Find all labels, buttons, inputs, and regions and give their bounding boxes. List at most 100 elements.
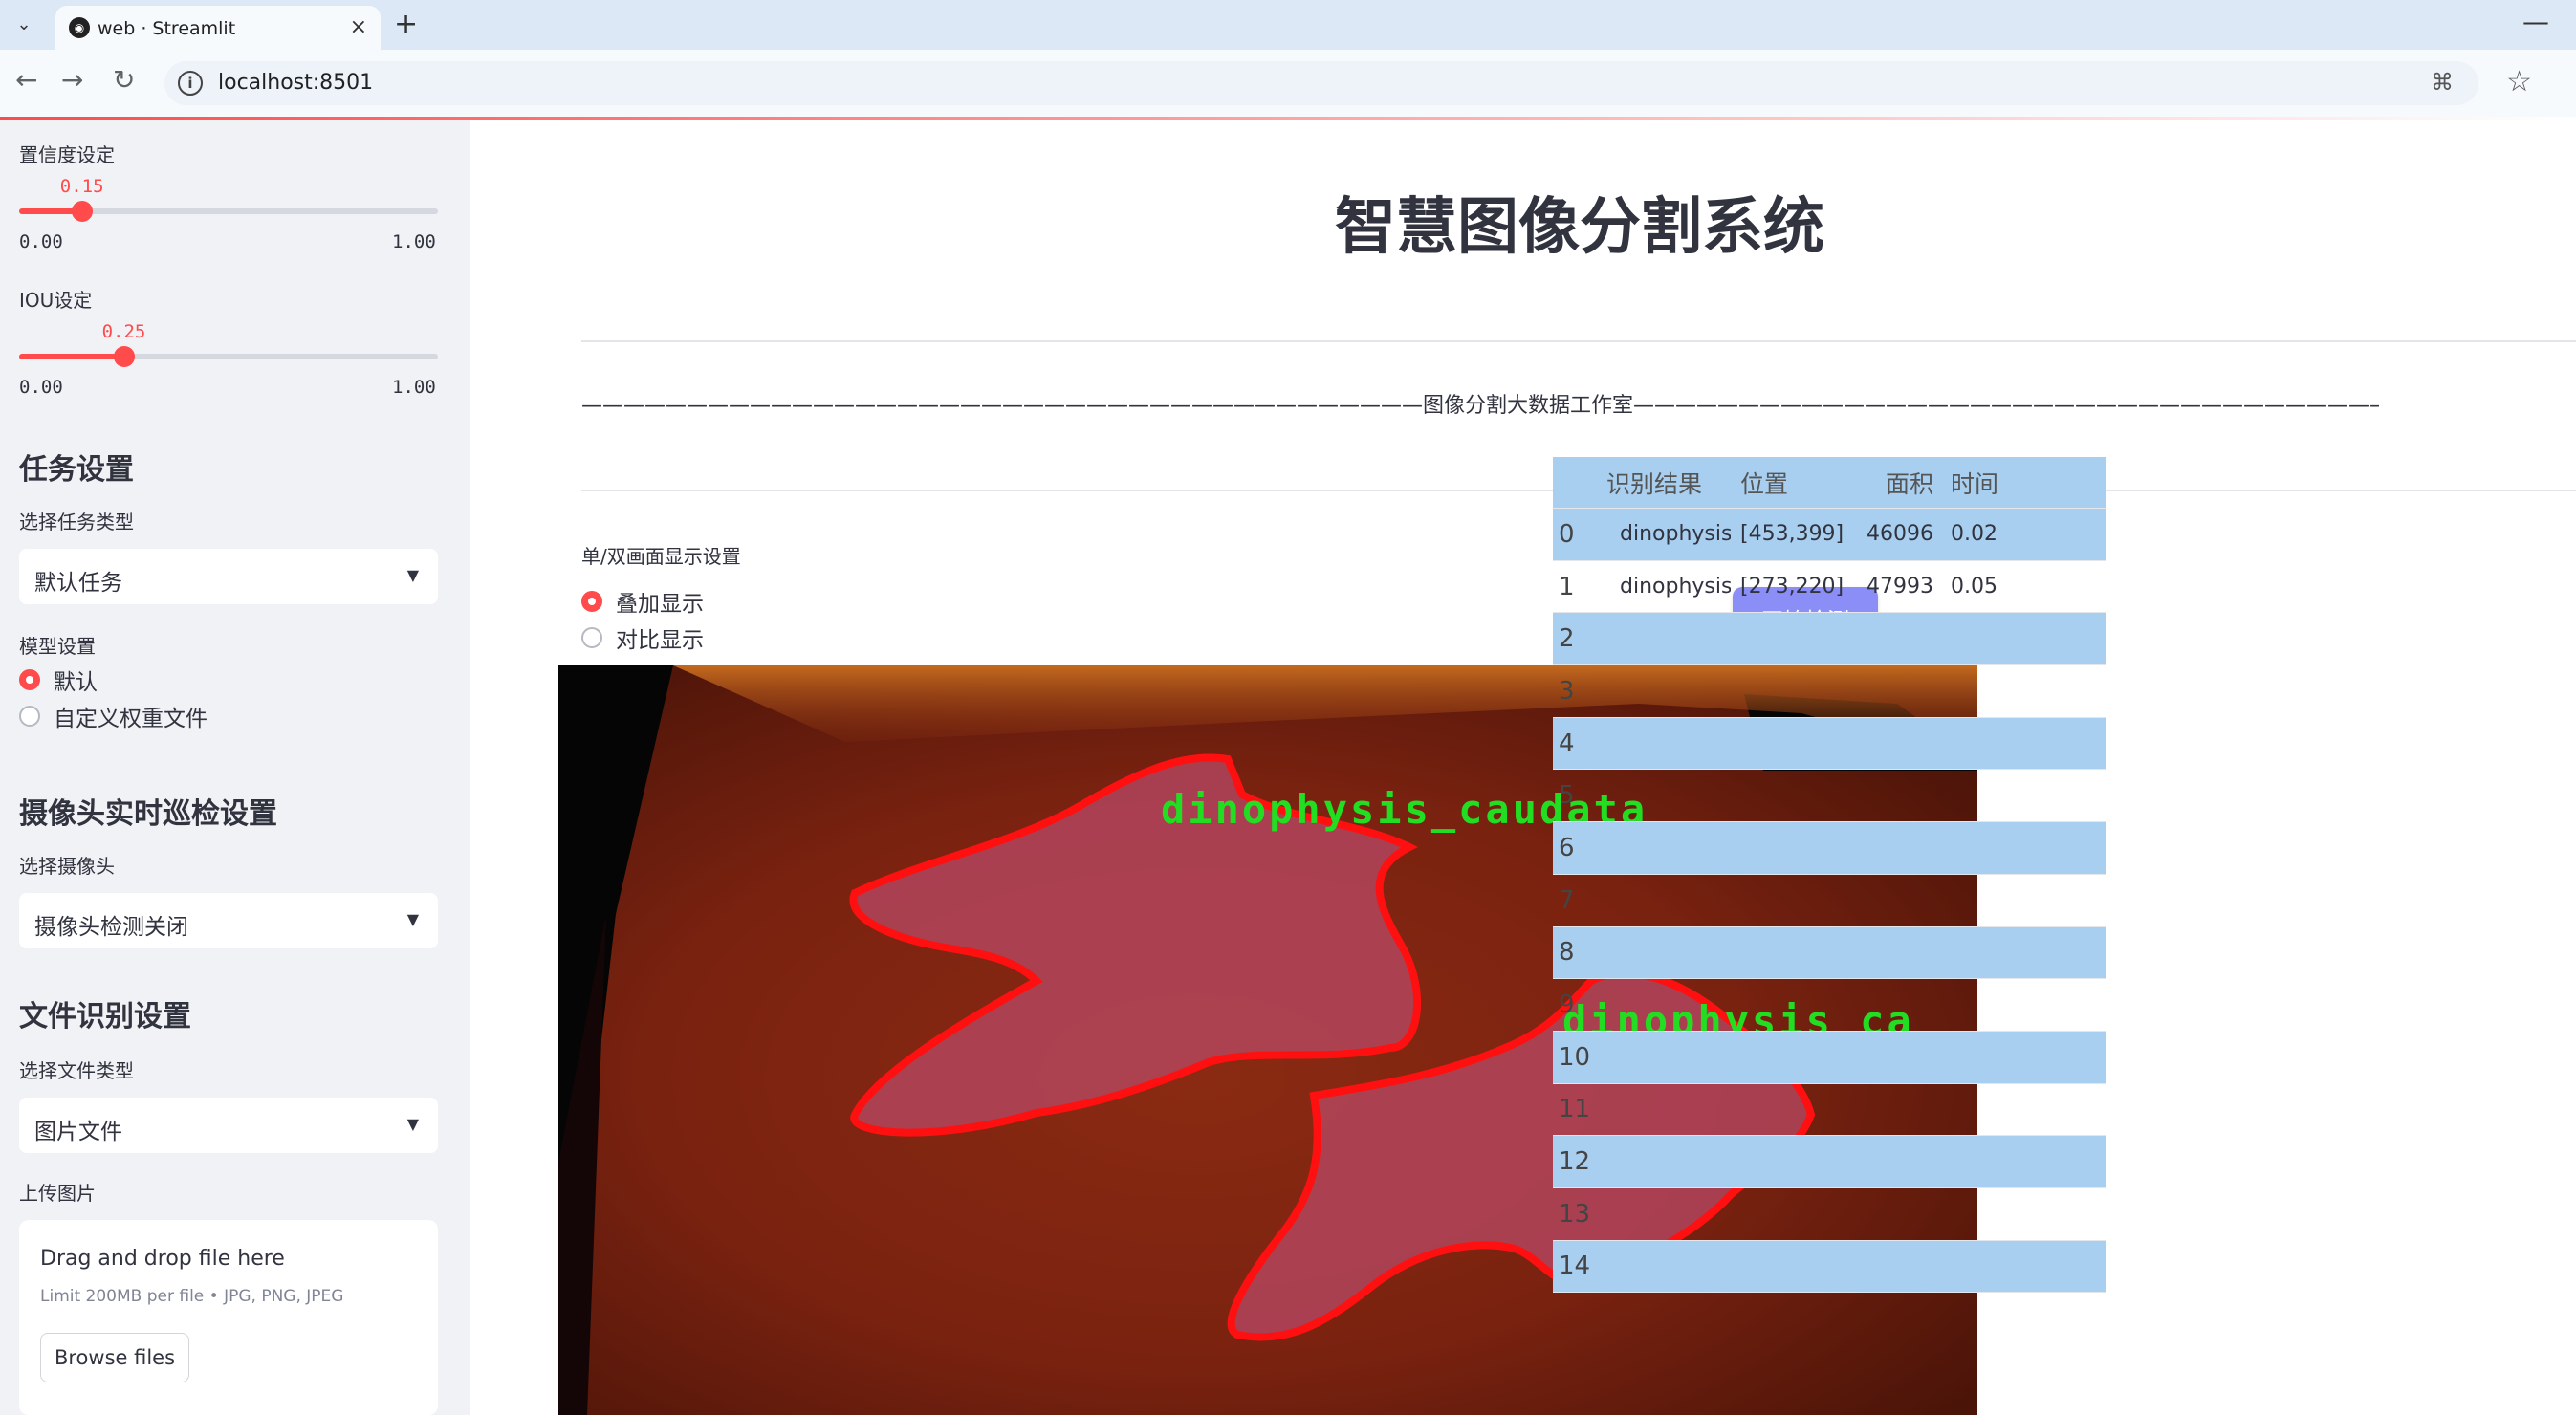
cell-result: dinophysis_caudata [1620,522,1731,547]
row-index: 11 [1559,1095,1591,1124]
cell-area [1865,822,1941,874]
cell-area [1865,979,1941,1031]
table-row[interactable]: 13 [1553,1188,2106,1241]
browser-tab[interactable]: ◉ web · Streamlit × [55,6,381,50]
cell-area [1865,770,1941,821]
table-header-result[interactable]: 识别结果 [1597,457,1731,508]
row-index: 10 [1559,1042,1591,1072]
cell-area [1865,718,1941,770]
display-option-compare[interactable]: 对比显示 [581,623,704,653]
confidence-slider[interactable] [19,201,438,222]
display-option-label: 对比显示 [616,628,704,653]
table-row[interactable]: 3 [1553,665,2106,718]
row-index: 13 [1559,1199,1591,1229]
cell-result [1597,927,1731,979]
camera-select-label: 选择摄像头 [19,855,115,878]
camera-select[interactable]: 摄像头检测关闭 ▼ [19,893,438,948]
cell-time [1941,1136,2056,1187]
table-row[interactable]: 1 dinophysis_caudata [273,220] 47993 0.05 [1553,561,2106,614]
cell-position [1731,665,1865,717]
cell-result [1597,1084,1731,1136]
results-table[interactable]: 识别结果 位置 面积 时间 0 dinophysis_caudata [453,39… [1553,457,2106,1294]
close-icon[interactable]: × [350,15,367,39]
minimize-icon[interactable]: — [2522,6,2549,37]
url-field[interactable]: i localhost:8501 ⌘ ☆ [164,61,2532,105]
row-index: 5 [1559,781,1575,811]
arrow-right-icon[interactable]: → [61,64,83,96]
cell-time: 0.05 [1951,575,1997,599]
cell-area [1865,1136,1941,1187]
sidebar: 置信度设定 0.15 0.00 1.00 IOU设定 0.25 0.00 1.0… [0,120,470,1415]
cell-position [1731,1136,1865,1187]
browser-tab-strip: ⌄ ◉ web · Streamlit × + — [0,0,2576,50]
table-header-position[interactable]: 位置 [1731,457,1865,508]
radio-selected-icon [581,591,602,612]
plus-icon[interactable]: + [394,8,418,41]
confidence-min: 0.00 [19,231,63,252]
table-row[interactable]: 4 [1553,717,2106,771]
task-type-select[interactable]: 默认任务 ▼ [19,549,438,604]
table-row[interactable]: 11 [1553,1084,2106,1137]
iou-label: IOU设定 [19,289,93,312]
chevron-down-icon[interactable]: ⌄ [8,10,40,38]
dropzone-limit: Limit 200MB per file • JPG, PNG, JPEG [40,1287,344,1306]
table-row[interactable]: 9 [1553,979,2106,1032]
camera-select-value: 摄像头检测关闭 [34,915,188,940]
file-dropzone[interactable]: Drag and drop file here Limit 200MB per … [19,1220,438,1415]
table-row[interactable]: 10 [1553,1031,2106,1084]
table-row[interactable]: 12 [1553,1136,2106,1188]
model-settings-label: 模型设置 [19,635,96,658]
caret-down-icon: ▼ [406,910,419,928]
confidence-max: 1.00 [392,231,436,252]
iou-slider[interactable] [19,346,438,367]
row-index: 9 [1559,990,1575,1020]
model-option-custom[interactable]: 自定义权重文件 [19,702,207,731]
table-row[interactable]: 6 [1553,822,2106,875]
file-type-value: 图片文件 [34,1120,122,1144]
arrow-left-icon[interactable]: ← [15,64,37,96]
confidence-slider-thumb[interactable] [71,201,93,222]
cell-time: 0.02 [1951,522,1997,547]
table-header-row: 识别结果 位置 面积 时间 [1553,457,2106,509]
url-text: localhost:8501 [218,71,374,95]
studio-banner: ————————————————————————————————————————… [581,394,2379,418]
confidence-value: 0.15 [59,176,104,197]
browse-files-button[interactable]: Browse files [40,1333,189,1382]
row-index: 4 [1559,729,1575,758]
caret-down-icon: ▼ [406,566,419,584]
task-settings-header: 任务设置 [19,453,134,487]
table-header-area[interactable]: 面积 [1865,457,1941,508]
cell-result [1597,770,1731,821]
reload-icon[interactable]: ↻ [113,64,135,96]
cell-position [1731,613,1865,664]
task-type-value: 默认任务 [34,571,122,596]
caret-down-icon: ▼ [406,1115,419,1133]
table-row[interactable]: 5 [1553,770,2106,823]
cell-area: 47993 [1867,575,1933,599]
table-row[interactable]: 8 [1553,926,2106,980]
star-icon[interactable]: ☆ [2506,65,2532,98]
cell-area [1865,1188,1941,1240]
translate-icon[interactable]: ⌘ [2431,69,2454,96]
model-option-default[interactable]: 默认 [19,665,98,695]
row-index: 3 [1559,676,1575,706]
page-title: 智慧图像分割系统 [1335,192,1824,263]
cell-result [1597,1136,1731,1187]
divider [581,340,2576,342]
radio-selected-icon [19,669,40,690]
table-header-time[interactable]: 时间 [1941,457,2056,508]
upload-label: 上传图片 [19,1182,96,1205]
iou-slider-thumb[interactable] [113,346,135,367]
task-type-label: 选择任务类型 [19,511,134,533]
table-row[interactable]: 2 [1553,613,2106,666]
cell-result [1597,1032,1731,1083]
cell-position [1731,875,1865,926]
info-icon[interactable]: i [178,71,203,96]
cell-time [1941,718,2056,770]
table-row[interactable]: 14 [1553,1240,2106,1294]
cell-result [1597,613,1731,664]
display-option-overlay[interactable]: 叠加显示 [581,587,704,617]
file-type-select[interactable]: 图片文件 ▼ [19,1098,438,1153]
table-row[interactable]: 7 [1553,875,2106,927]
table-row[interactable]: 0 dinophysis_caudata [453,399] 46096 0.02 [1553,509,2106,561]
